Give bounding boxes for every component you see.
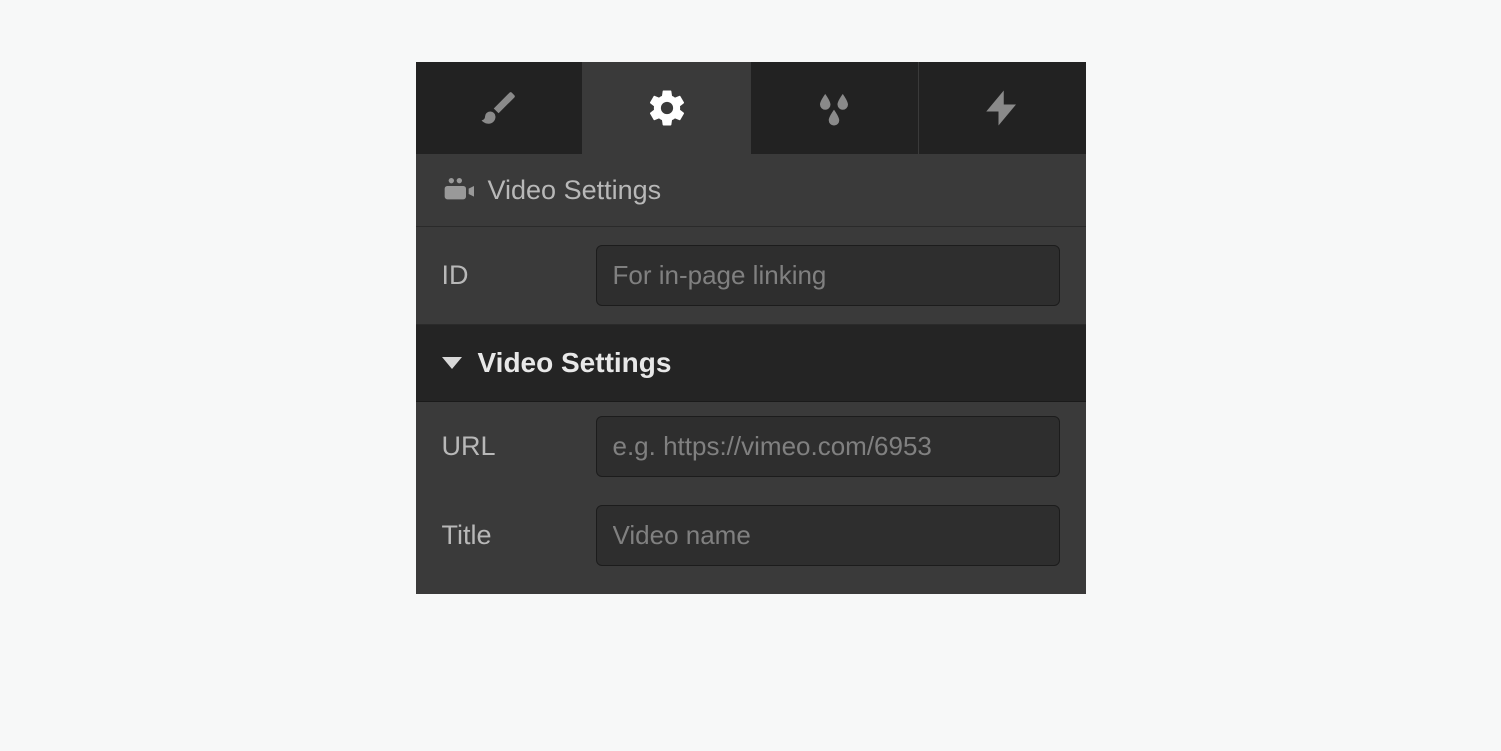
brush-icon — [478, 87, 520, 129]
id-field-label: ID — [442, 260, 578, 291]
section-header-video-settings[interactable]: Video Settings — [416, 325, 1086, 402]
id-input[interactable] — [596, 245, 1060, 306]
droplets-icon — [813, 87, 855, 129]
section-title: Video Settings — [478, 347, 672, 379]
url-input[interactable] — [596, 416, 1060, 477]
video-camera-icon — [442, 174, 474, 206]
settings-panel: Video Settings ID Video Settings URL Tit… — [416, 62, 1086, 594]
title-field-row: Title — [416, 491, 1086, 580]
gear-icon — [646, 87, 688, 129]
tab-style[interactable] — [416, 62, 584, 154]
id-field-row: ID — [416, 227, 1086, 325]
tab-settings[interactable] — [583, 62, 751, 154]
video-settings-fields: URL Title — [416, 402, 1086, 594]
bolt-icon — [981, 87, 1023, 129]
title-field-label: Title — [442, 520, 578, 551]
title-input[interactable] — [596, 505, 1060, 566]
chevron-down-icon — [442, 357, 462, 369]
tab-interactions[interactable] — [919, 62, 1086, 154]
panel-tabs — [416, 62, 1086, 154]
panel-header: Video Settings — [416, 154, 1086, 227]
panel-header-title: Video Settings — [488, 175, 662, 206]
tab-effects[interactable] — [751, 62, 919, 154]
url-field-row: URL — [416, 402, 1086, 491]
url-field-label: URL — [442, 431, 578, 462]
